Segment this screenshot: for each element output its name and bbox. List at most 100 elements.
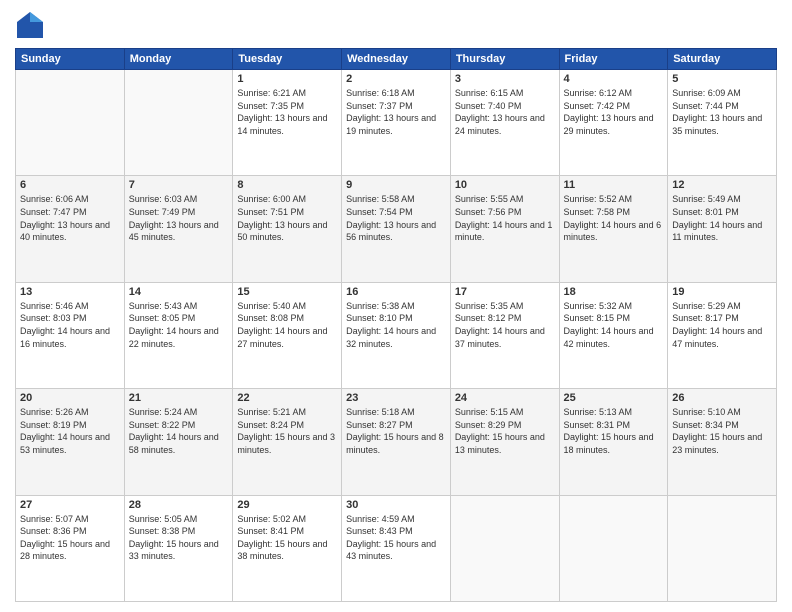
header	[15, 10, 777, 40]
weekday-header: Sunday	[16, 49, 125, 70]
logo-icon	[15, 10, 45, 40]
day-number: 27	[20, 499, 120, 511]
calendar-cell: 17 Sunrise: 5:35 AM Sunset: 8:12 PM Dayli…	[450, 282, 559, 388]
calendar-header-row: SundayMondayTuesdayWednesdayThursdayFrid…	[16, 49, 777, 70]
calendar-cell	[559, 495, 668, 601]
day-info: Sunrise: 5:40 AM Sunset: 8:08 PM Dayligh…	[237, 300, 337, 350]
calendar-cell	[450, 495, 559, 601]
day-number: 8	[237, 179, 337, 191]
calendar-cell: 14Sunrise: 5:43 AM Sunset: 8:05 PM Dayli…	[124, 282, 233, 388]
calendar-cell: 29 Sunrise: 5:02 AM Sunset: 8:41 PM Dayli…	[233, 495, 342, 601]
page: SundayMondayTuesdayWednesdayThursdayFrid…	[0, 0, 792, 612]
calendar-cell	[124, 70, 233, 176]
day-number: 4	[564, 73, 664, 85]
day-info: Sunrise: 5:52 AM Sunset: 7:58 PM Dayligh…	[564, 193, 664, 243]
day-info: Sunrise: 5:43 AM Sunset: 8:05 PM Dayligh…	[129, 300, 229, 350]
calendar-cell: 26 Sunrise: 5:10 AM Sunset: 8:34 PM Dayli…	[668, 389, 777, 495]
calendar-cell: 4 Sunrise: 6:12 AM Sunset: 7:42 PM Daylig…	[559, 70, 668, 176]
day-number: 25	[564, 392, 664, 404]
day-number: 29	[237, 499, 337, 511]
day-info: Sunrise: 5:02 AM Sunset: 8:41 PM Dayligh…	[237, 513, 337, 563]
weekday-header: Friday	[559, 49, 668, 70]
day-number: 28	[129, 499, 229, 511]
day-info: Sunrise: 6:12 AM Sunset: 7:42 PM Dayligh…	[564, 87, 664, 137]
day-number: 5	[672, 73, 772, 85]
day-number: 11	[564, 179, 664, 191]
day-info: Sunrise: 6:18 AM Sunset: 7:37 PM Dayligh…	[346, 87, 446, 137]
day-number: 2	[346, 73, 446, 85]
day-number: 9	[346, 179, 446, 191]
calendar-cell: 20 Sunrise: 5:26 AM Sunset: 8:19 PM Dayli…	[16, 389, 125, 495]
calendar-cell: 28 Sunrise: 5:05 AM Sunset: 8:38 PM Dayli…	[124, 495, 233, 601]
day-info: Sunrise: 5:29 AM Sunset: 8:17 PM Dayligh…	[672, 300, 772, 350]
calendar-cell: 24Sunrise: 5:15 AM Sunset: 8:29 PM Dayli…	[450, 389, 559, 495]
weekday-header: Wednesday	[342, 49, 451, 70]
calendar-cell: 25Sunrise: 5:13 AM Sunset: 8:31 PM Dayli…	[559, 389, 668, 495]
day-info: Sunrise: 5:15 AM Sunset: 8:29 PM Dayligh…	[455, 406, 555, 456]
day-info: Sunrise: 6:06 AM Sunset: 7:47 PM Dayligh…	[20, 193, 120, 243]
calendar-cell: 2 Sunrise: 6:18 AM Sunset: 7:37 PM Daylig…	[342, 70, 451, 176]
calendar-cell: 7 Sunrise: 6:03 AM Sunset: 7:49 PM Daylig…	[124, 176, 233, 282]
day-info: Sunrise: 5:38 AM Sunset: 8:10 PM Dayligh…	[346, 300, 446, 350]
day-number: 20	[20, 392, 120, 404]
day-info: Sunrise: 5:07 AM Sunset: 8:36 PM Dayligh…	[20, 513, 120, 563]
day-number: 21	[129, 392, 229, 404]
day-number: 19	[672, 286, 772, 298]
logo	[15, 10, 49, 40]
calendar-cell: 15 Sunrise: 5:40 AM Sunset: 8:08 PM Dayli…	[233, 282, 342, 388]
day-info: Sunrise: 5:24 AM Sunset: 8:22 PM Dayligh…	[129, 406, 229, 456]
calendar-table: SundayMondayTuesdayWednesdayThursdayFrid…	[15, 48, 777, 602]
day-info: Sunrise: 5:32 AM Sunset: 8:15 PM Dayligh…	[564, 300, 664, 350]
calendar-cell	[668, 495, 777, 601]
calendar-cell: 3 Sunrise: 6:15 AM Sunset: 7:40 PM Daylig…	[450, 70, 559, 176]
day-number: 10	[455, 179, 555, 191]
calendar-cell: 23 Sunrise: 5:18 AM Sunset: 8:27 PM Dayli…	[342, 389, 451, 495]
day-number: 6	[20, 179, 120, 191]
calendar-week-row: 27 Sunrise: 5:07 AM Sunset: 8:36 PM Dayli…	[16, 495, 777, 601]
day-number: 12	[672, 179, 772, 191]
day-number: 16	[346, 286, 446, 298]
weekday-header: Saturday	[668, 49, 777, 70]
calendar-cell	[16, 70, 125, 176]
calendar-week-row: 20 Sunrise: 5:26 AM Sunset: 8:19 PM Dayli…	[16, 389, 777, 495]
day-number: 17	[455, 286, 555, 298]
calendar-cell: 30 Sunrise: 4:59 AM Sunset: 8:43 PM Dayli…	[342, 495, 451, 601]
day-number: 15	[237, 286, 337, 298]
day-info: Sunrise: 5:26 AM Sunset: 8:19 PM Dayligh…	[20, 406, 120, 456]
day-info: Sunrise: 6:15 AM Sunset: 7:40 PM Dayligh…	[455, 87, 555, 137]
calendar-cell: 12 Sunrise: 5:49 AM Sunset: 8:01 PM Dayli…	[668, 176, 777, 282]
calendar-cell: 13Sunrise: 5:46 AM Sunset: 8:03 PM Dayli…	[16, 282, 125, 388]
day-number: 22	[237, 392, 337, 404]
day-number: 30	[346, 499, 446, 511]
day-info: Sunrise: 5:05 AM Sunset: 8:38 PM Dayligh…	[129, 513, 229, 563]
calendar-cell: 10 Sunrise: 5:55 AM Sunset: 7:56 PM Dayli…	[450, 176, 559, 282]
day-info: Sunrise: 6:03 AM Sunset: 7:49 PM Dayligh…	[129, 193, 229, 243]
day-info: Sunrise: 5:21 AM Sunset: 8:24 PM Dayligh…	[237, 406, 337, 456]
day-info: Sunrise: 6:21 AM Sunset: 7:35 PM Dayligh…	[237, 87, 337, 137]
calendar-cell: 6 Sunrise: 6:06 AM Sunset: 7:47 PM Daylig…	[16, 176, 125, 282]
calendar-cell: 21 Sunrise: 5:24 AM Sunset: 8:22 PM Dayli…	[124, 389, 233, 495]
day-info: Sunrise: 5:35 AM Sunset: 8:12 PM Dayligh…	[455, 300, 555, 350]
day-info: Sunrise: 4:59 AM Sunset: 8:43 PM Dayligh…	[346, 513, 446, 563]
day-info: Sunrise: 5:46 AM Sunset: 8:03 PM Dayligh…	[20, 300, 120, 350]
weekday-header: Monday	[124, 49, 233, 70]
day-number: 26	[672, 392, 772, 404]
day-number: 3	[455, 73, 555, 85]
day-info: Sunrise: 5:55 AM Sunset: 7:56 PM Dayligh…	[455, 193, 555, 243]
calendar-week-row: 6 Sunrise: 6:06 AM Sunset: 7:47 PM Daylig…	[16, 176, 777, 282]
weekday-header: Tuesday	[233, 49, 342, 70]
calendar-cell: 27 Sunrise: 5:07 AM Sunset: 8:36 PM Dayli…	[16, 495, 125, 601]
day-info: Sunrise: 5:10 AM Sunset: 8:34 PM Dayligh…	[672, 406, 772, 456]
day-number: 7	[129, 179, 229, 191]
calendar-cell: 16 Sunrise: 5:38 AM Sunset: 8:10 PM Dayli…	[342, 282, 451, 388]
day-info: Sunrise: 6:00 AM Sunset: 7:51 PM Dayligh…	[237, 193, 337, 243]
day-info: Sunrise: 5:18 AM Sunset: 8:27 PM Dayligh…	[346, 406, 446, 456]
day-info: Sunrise: 5:49 AM Sunset: 8:01 PM Dayligh…	[672, 193, 772, 243]
calendar-cell: 5Sunrise: 6:09 AM Sunset: 7:44 PM Daylig…	[668, 70, 777, 176]
calendar-cell: 22 Sunrise: 5:21 AM Sunset: 8:24 PM Dayli…	[233, 389, 342, 495]
day-number: 1	[237, 73, 337, 85]
day-number: 23	[346, 392, 446, 404]
calendar-cell: 1 Sunrise: 6:21 AM Sunset: 7:35 PM Daylig…	[233, 70, 342, 176]
calendar-cell: 8 Sunrise: 6:00 AM Sunset: 7:51 PM Daylig…	[233, 176, 342, 282]
calendar-cell: 9Sunrise: 5:58 AM Sunset: 7:54 PM Daylig…	[342, 176, 451, 282]
